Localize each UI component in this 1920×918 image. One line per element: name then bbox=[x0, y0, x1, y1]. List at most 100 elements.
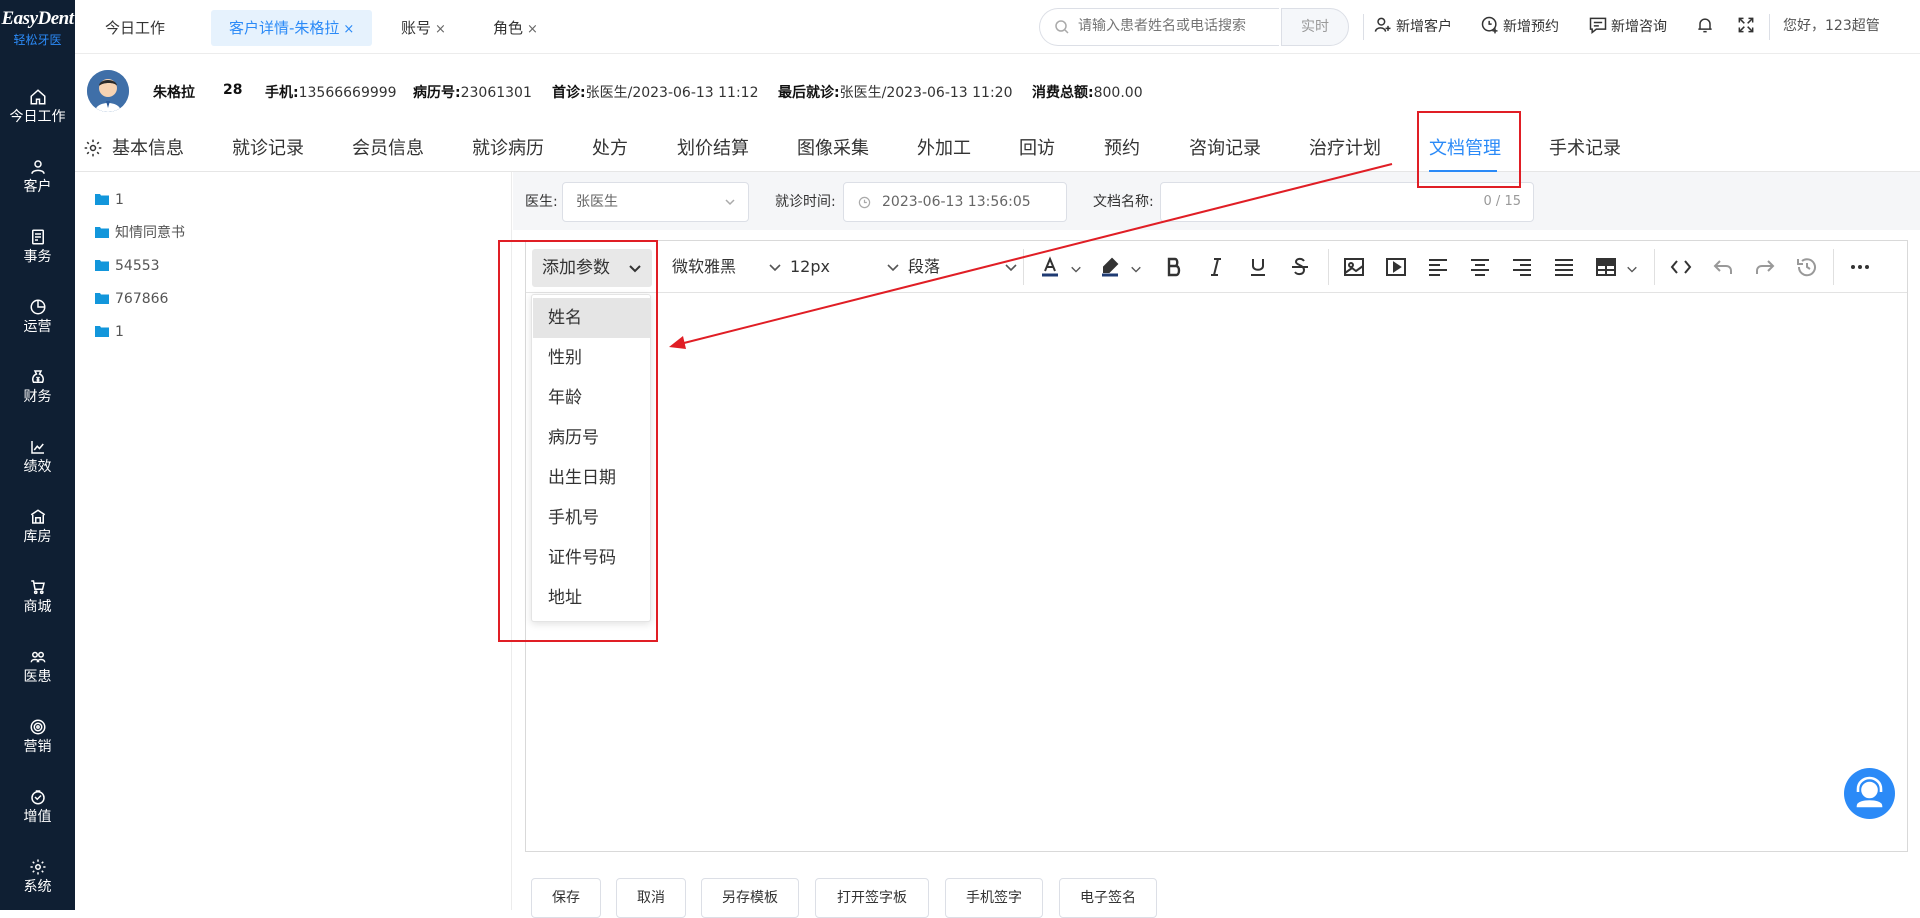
block-format-select[interactable]: 段落 bbox=[908, 251, 1018, 283]
tab-billing[interactable]: 划价结算 bbox=[677, 134, 749, 160]
visit-time-picker[interactable]: 2023-06-13 13:56:05 bbox=[843, 182, 1067, 222]
tree-folder-label: 767866 bbox=[115, 291, 169, 307]
sidebar-item-value-added[interactable]: 增值 bbox=[0, 782, 75, 842]
underline-button[interactable] bbox=[1246, 255, 1270, 279]
tree-folder[interactable]: 1 bbox=[95, 189, 124, 211]
tree-folder[interactable]: 54553 bbox=[95, 255, 160, 277]
align-right-button[interactable] bbox=[1510, 255, 1534, 279]
tree-folder[interactable]: 767866 bbox=[95, 288, 168, 310]
tab-visit-records[interactable]: 就诊记录 bbox=[232, 134, 304, 160]
sidebar-item-operations[interactable]: 运营 bbox=[0, 292, 75, 352]
sidebar-item-doctor-patient[interactable]: 医患 bbox=[0, 642, 75, 702]
new-customer-button[interactable]: 新增客户 bbox=[1373, 15, 1452, 39]
code-view-button[interactable] bbox=[1669, 255, 1693, 279]
sidebar-item-marketing[interactable]: 营销 bbox=[0, 712, 75, 772]
folder-icon bbox=[95, 293, 109, 304]
notifications-button[interactable] bbox=[1695, 15, 1718, 39]
cancel-button[interactable]: 取消 bbox=[616, 878, 686, 918]
chevron-down-icon[interactable] bbox=[1130, 263, 1142, 275]
tab-today-work[interactable]: 今日工作 bbox=[87, 10, 183, 46]
save-as-template-button[interactable]: 另存模板 bbox=[701, 878, 799, 918]
fullscreen-icon bbox=[1738, 17, 1754, 33]
sidebar-item-label: 事务 bbox=[23, 249, 52, 265]
support-agent-icon bbox=[1856, 776, 1883, 808]
tab-outsourcing[interactable]: 外加工 bbox=[917, 134, 971, 160]
close-icon[interactable]: × bbox=[435, 22, 446, 37]
redo-button[interactable] bbox=[1753, 255, 1777, 279]
undo-button[interactable] bbox=[1711, 255, 1735, 279]
font-family-select[interactable]: 微软雅黑 bbox=[672, 251, 782, 283]
tab-basic-info[interactable]: 基本信息 bbox=[112, 134, 184, 160]
rich-text-editor[interactable]: 添加参数 微软雅黑 12px 段落 bbox=[525, 240, 1908, 852]
tab-treatment-plan[interactable]: 治疗计划 bbox=[1309, 134, 1381, 160]
font-size-select[interactable]: 12px bbox=[790, 251, 900, 283]
text-color-button[interactable] bbox=[1038, 255, 1062, 279]
bold-button[interactable] bbox=[1162, 255, 1186, 279]
insert-video-button[interactable] bbox=[1384, 255, 1408, 279]
new-consult-button[interactable]: 新增咨询 bbox=[1588, 15, 1667, 39]
save-button[interactable]: 保存 bbox=[531, 878, 601, 918]
new-appointment-button[interactable]: 新增预约 bbox=[1480, 15, 1559, 39]
tab-follow-up[interactable]: 回访 bbox=[1019, 134, 1055, 160]
sidebar-item-performance[interactable]: 绩效 bbox=[0, 432, 75, 492]
tab-role[interactable]: 角色 × bbox=[475, 10, 556, 46]
tab-prescription[interactable]: 处方 bbox=[592, 134, 628, 160]
more-button[interactable] bbox=[1848, 255, 1872, 279]
italic-button[interactable] bbox=[1204, 255, 1228, 279]
chevron-down-icon[interactable] bbox=[1070, 263, 1082, 275]
insert-image-button[interactable] bbox=[1342, 255, 1366, 279]
tab-customer-detail[interactable]: 客户详情-朱格拉 × bbox=[211, 10, 373, 46]
settings-gear-icon[interactable] bbox=[83, 138, 103, 158]
search-input[interactable] bbox=[1078, 18, 1274, 34]
sidebar-item-finance[interactable]: 财务 bbox=[0, 362, 75, 422]
e-signature-button[interactable]: 电子签名 bbox=[1059, 878, 1157, 918]
user-greeting[interactable]: 您好，123超管 bbox=[1783, 15, 1880, 35]
folder-icon bbox=[95, 194, 109, 205]
patient-total-spend: 消费总额:800.00 bbox=[1032, 85, 1143, 101]
font-family-value: 微软雅黑 bbox=[672, 257, 737, 276]
tab-member-info[interactable]: 会员信息 bbox=[352, 134, 424, 160]
tab-surgery-records[interactable]: 手术记录 bbox=[1549, 134, 1621, 160]
open-signature-pad-button[interactable]: 打开签字板 bbox=[815, 878, 929, 918]
pie-icon bbox=[0, 292, 75, 318]
highlight-color-button[interactable] bbox=[1098, 255, 1122, 279]
document-name-input[interactable]: 0 / 15 bbox=[1160, 182, 1534, 222]
tab-image-capture[interactable]: 图像采集 bbox=[797, 134, 869, 160]
sidebar-item-today[interactable]: 今日工作 bbox=[0, 82, 75, 142]
patient-first-visit: 首诊:张医生/2023-06-13 11:12 bbox=[552, 85, 759, 101]
sidebar-item-label: 财务 bbox=[23, 389, 52, 405]
tab-consult-records[interactable]: 咨询记录 bbox=[1189, 134, 1261, 160]
align-center-button[interactable] bbox=[1468, 255, 1492, 279]
doctor-select[interactable]: 张医生 bbox=[562, 182, 749, 222]
tab-label: 今日工作 bbox=[105, 19, 166, 37]
toolbar-divider bbox=[1833, 249, 1834, 285]
tab-medical-records[interactable]: 就诊病历 bbox=[472, 134, 544, 160]
strikethrough-button[interactable] bbox=[1288, 255, 1312, 279]
chevron-down-icon[interactable] bbox=[1626, 263, 1638, 275]
close-icon[interactable]: × bbox=[527, 22, 538, 37]
customer-service-button[interactable] bbox=[1844, 768, 1895, 819]
tab-account[interactable]: 账号 × bbox=[383, 10, 464, 46]
tab-appointment[interactable]: 预约 bbox=[1104, 134, 1140, 160]
sidebar-item-customer[interactable]: 客户 bbox=[0, 152, 75, 212]
align-left-button[interactable] bbox=[1426, 255, 1450, 279]
fullscreen-button[interactable] bbox=[1736, 15, 1759, 39]
insert-table-button[interactable] bbox=[1594, 255, 1618, 279]
sidebar-item-system[interactable]: 系统 bbox=[0, 852, 75, 912]
realtime-button[interactable]: 实时 bbox=[1281, 8, 1349, 46]
logo[interactable]: EasyDent 轻松牙医 bbox=[0, 8, 75, 58]
align-justify-button[interactable] bbox=[1552, 255, 1576, 279]
tree-folder[interactable]: 1 bbox=[95, 321, 124, 343]
divider bbox=[1769, 14, 1770, 40]
tree-folder[interactable]: 知情同意书 bbox=[95, 222, 185, 244]
toolbar-divider bbox=[1328, 249, 1329, 285]
search-icon bbox=[1054, 19, 1070, 35]
chevron-down-icon bbox=[887, 264, 899, 272]
mobile-signature-button[interactable]: 手机签字 bbox=[945, 878, 1043, 918]
align-right-icon bbox=[1513, 259, 1531, 276]
sidebar-item-tasks[interactable]: 事务 bbox=[0, 222, 75, 282]
close-icon[interactable]: × bbox=[343, 22, 354, 37]
history-button[interactable] bbox=[1795, 255, 1819, 279]
sidebar-item-mall[interactable]: 商城 bbox=[0, 572, 75, 632]
sidebar-item-warehouse[interactable]: 库房 bbox=[0, 502, 75, 562]
